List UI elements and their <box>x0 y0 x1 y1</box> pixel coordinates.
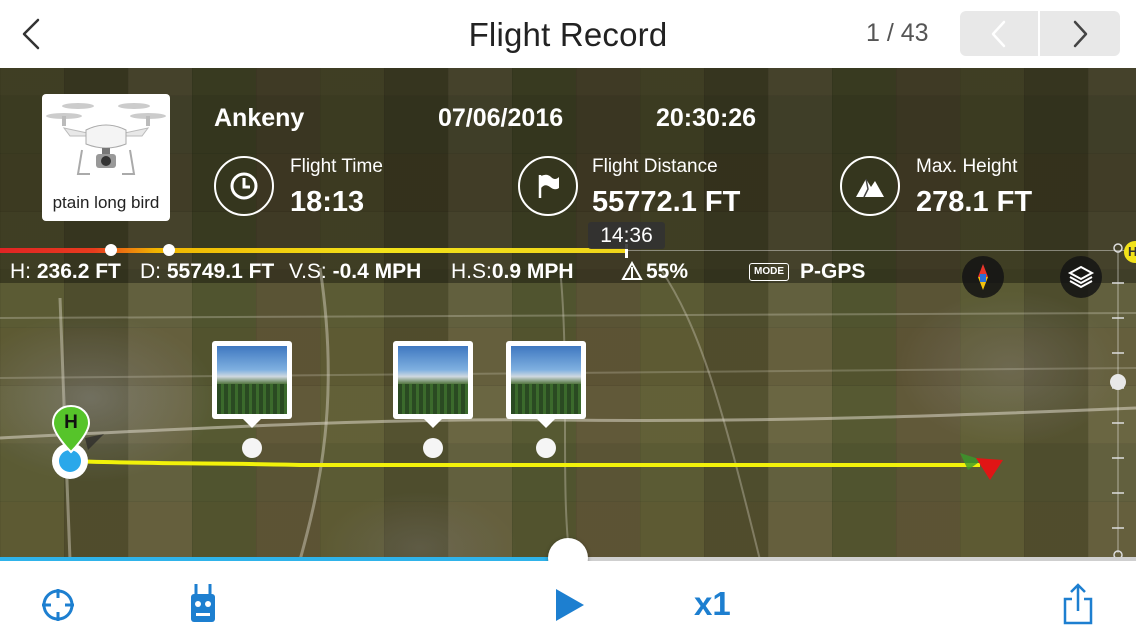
remote-controller-button[interactable] <box>186 581 220 625</box>
previous-record-button[interactable] <box>960 11 1040 56</box>
flight-map[interactable]: ptain long bird Ankeny 07/06/2016 20:30:… <box>0 68 1136 560</box>
record-navigation <box>960 11 1120 56</box>
share-icon <box>1063 583 1093 625</box>
next-record-button[interactable] <box>1040 11 1120 56</box>
remote-controller-icon <box>191 584 215 622</box>
photo-thumbnail <box>212 341 292 419</box>
flight-path <box>69 453 1003 480</box>
play-icon <box>556 589 584 621</box>
playback-speed-button[interactable]: x1 <box>694 585 731 623</box>
chevron-left-icon <box>991 20 1006 47</box>
photo-thumbnail <box>393 341 473 419</box>
play-button[interactable] <box>549 585 589 625</box>
bottom-toolbar: x1 <box>0 561 1136 640</box>
photo-location-dot[interactable] <box>536 438 556 458</box>
home-point-label: H <box>64 412 78 433</box>
photo-marker[interactable] <box>393 341 473 428</box>
photo-location-dot[interactable] <box>423 438 443 458</box>
record-page-indicator: 1 / 43 <box>866 19 929 47</box>
share-button[interactable] <box>1058 581 1098 627</box>
locate-button[interactable] <box>38 585 78 625</box>
crosshair-icon <box>42 589 74 621</box>
chevron-right-icon <box>1073 20 1088 47</box>
photo-marker[interactable] <box>212 341 292 428</box>
header-bar: Flight Record 1 / 43 <box>0 0 1136 68</box>
photo-marker[interactable] <box>506 341 586 428</box>
photo-thumbnail <box>506 341 586 419</box>
photo-location-dot[interactable] <box>242 438 262 458</box>
